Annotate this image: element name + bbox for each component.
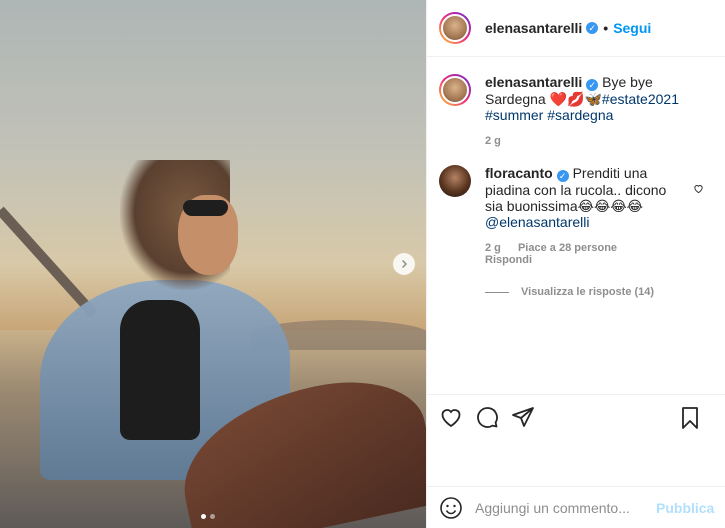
publish-button[interactable]: Pubblica [656,500,714,516]
caption: elenasantarelli ✓ Bye bye Sardegna ❤️💋🦋#e… [439,74,714,147]
comment-username[interactable]: floracanto [485,165,553,181]
share-button[interactable] [511,405,535,429]
post-header: elenasantarelli ✓ • Segui [427,0,725,57]
caption-text: elenasantarelli ✓ Bye bye Sardegna ❤️💋🦋#e… [485,74,685,123]
like-button[interactable] [439,405,463,429]
hashtag-sardegna[interactable]: #sardegna [547,107,613,123]
carousel-dots [201,514,215,519]
verified-badge-icon: ✓ [556,170,569,182]
verified-badge-icon: ✓ [586,79,599,91]
commenter-avatar[interactable] [439,165,471,197]
follow-button[interactable]: Segui [613,20,651,36]
reply-button[interactable]: Rispondi [485,254,532,266]
carousel-dot [210,514,215,519]
caption-time[interactable]: 2 g [485,135,501,147]
smiley-icon [440,496,462,519]
comment-likes[interactable]: Piace a 28 persone [518,242,617,254]
caption-emojis: ❤️💋🦋 [549,91,602,107]
comment-input[interactable] [475,499,656,516]
paper-plane-icon [512,406,534,427]
view-replies-button[interactable]: Visualizza le risposte (14) [485,286,714,298]
comment-item: floracanto ✓ Prenditi una piadina con la … [439,165,714,266]
author-avatar[interactable] [439,12,471,44]
comment-meta: 2 g Piace a 28 persone Rispondi [485,242,685,266]
author-username[interactable]: elenasantarelli [485,20,582,36]
heart-icon [441,408,461,427]
photo-boat-rail [0,206,98,318]
view-replies-label: Visualizza le risposte (14) [521,286,655,298]
comment-emojis: 😂😂😂😂 [577,198,644,214]
carousel-dot-active [201,514,206,519]
caption-username[interactable]: elenasantarelli [485,74,582,90]
separator-dot: • [603,20,609,36]
emoji-button[interactable] [439,496,463,520]
next-photo-button[interactable] [393,253,415,275]
caption-meta: 2 g [485,135,685,147]
photo-sunglasses [183,200,228,216]
post-photo[interactable] [0,0,426,528]
post-side-panel: elenasantarelli ✓ • Segui elenasantarell… [426,0,725,528]
comment-bubble-icon [477,406,498,428]
comment-time[interactable]: 2 g [485,242,501,254]
caption-avatar[interactable] [439,74,471,106]
hashtag-summer[interactable]: #summer [485,107,543,123]
verified-badge-icon: ✓ [586,22,599,34]
action-bar [427,394,725,438]
photo-top [120,300,200,440]
save-button[interactable] [678,406,702,430]
add-comment-bar: Pubblica [427,486,725,528]
replies-divider [485,291,509,293]
comment-text: floracanto ✓ Prenditi una piadina con la … [485,165,685,230]
chevron-right-icon [401,259,408,269]
comment-mention[interactable]: @elenasantarelli [485,214,590,230]
hashtag-estate2021[interactable]: #estate2021 [602,91,679,107]
bookmark-icon [682,407,698,429]
comments-list: elenasantarelli ✓ Bye bye Sardegna ❤️💋🦋#e… [427,58,725,394]
comment-like-heart-icon[interactable] [693,183,704,194]
comment-button[interactable] [475,405,499,429]
